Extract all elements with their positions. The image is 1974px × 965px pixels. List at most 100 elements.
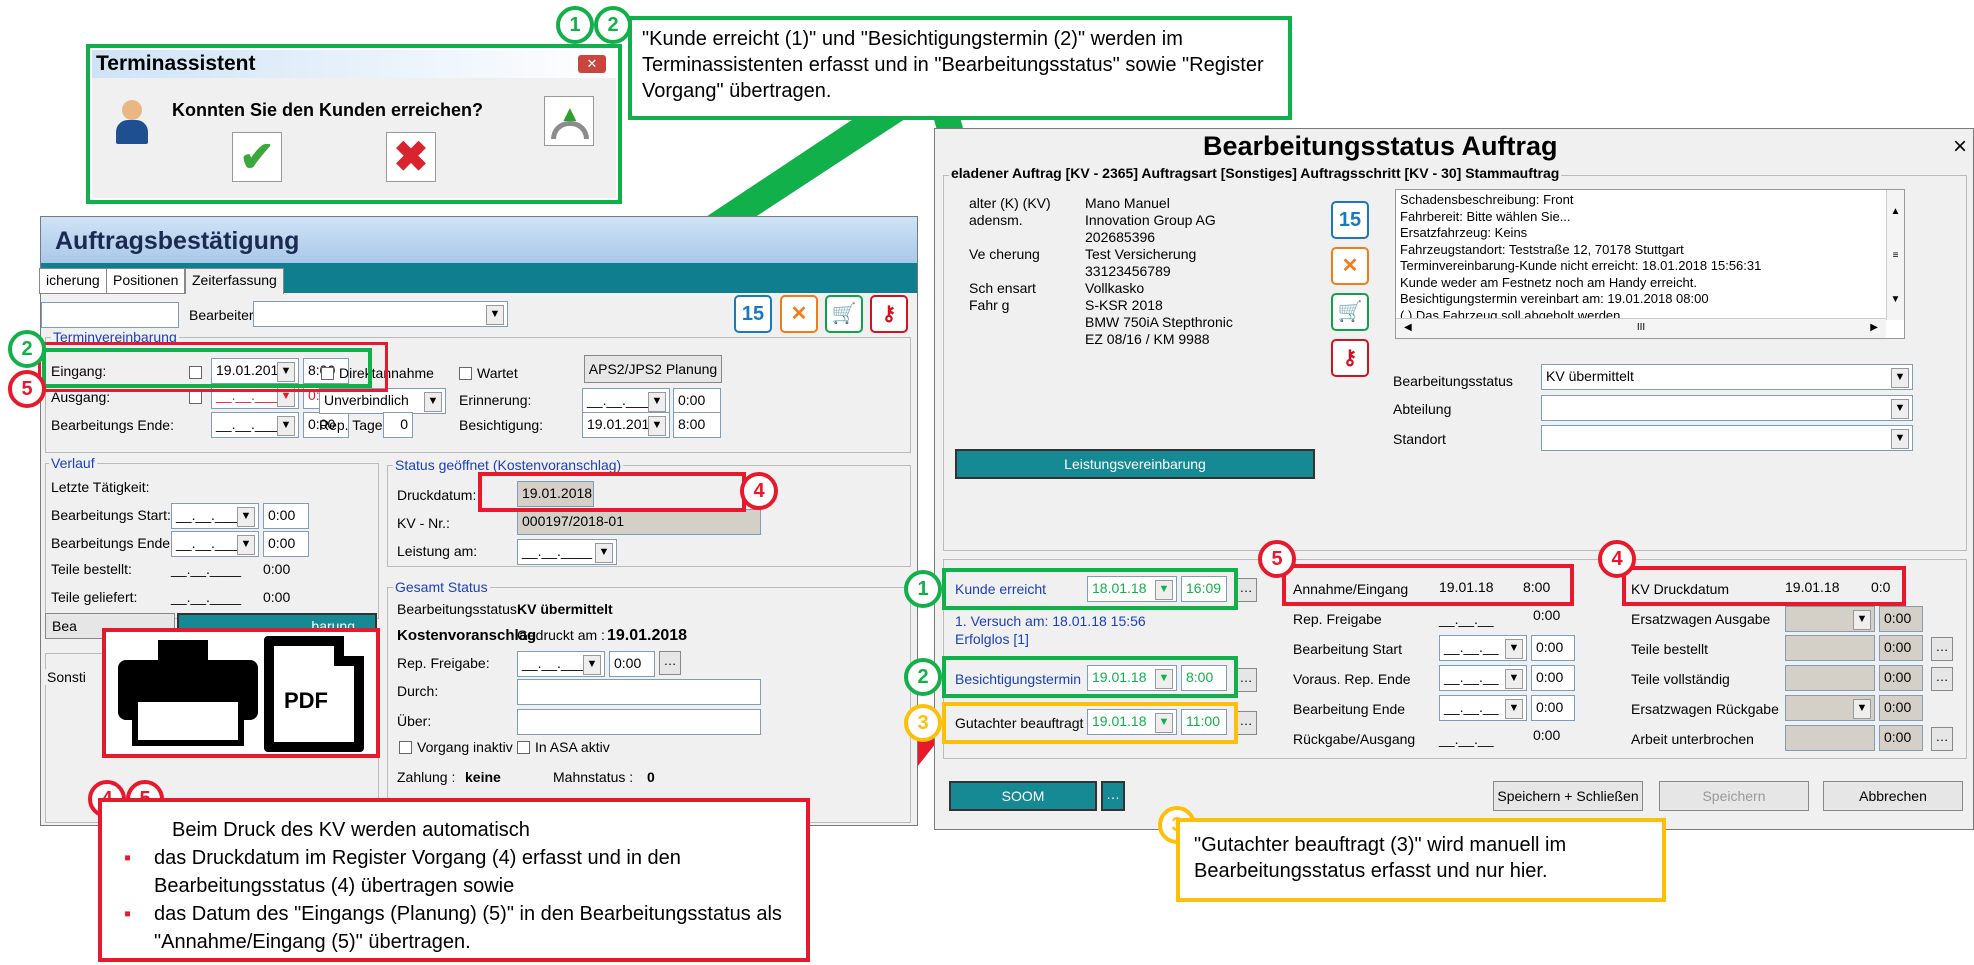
kunde-more-button[interactable]: … [1235, 578, 1257, 602]
callout-right: "Gutachter beauftragt (3)" wird manuell … [1176, 818, 1666, 902]
scroll-left-icon[interactable]: ◀ [1404, 320, 1412, 337]
info-label-fahrzeug: Fahr g [969, 297, 1010, 313]
erinnerung-date[interactable]: __.__.____ [582, 388, 670, 414]
speichern-button[interactable]: Speichern [1659, 781, 1809, 811]
repfrei-time[interactable]: 0:00 [609, 651, 655, 677]
tools-icon[interactable]: ✕ [780, 295, 818, 333]
rep-tage-label: Rep. Tage: [319, 417, 387, 433]
voraus-date[interactable]: __.__.__ [1439, 665, 1527, 691]
bstatus-select[interactable]: KV übermittelt [1541, 364, 1913, 390]
bearbeiter-select[interactable] [253, 301, 508, 327]
abteilung-select[interactable] [1541, 395, 1913, 421]
bstatus-close-icon[interactable]: × [1953, 133, 1967, 161]
teile-voll-more-button[interactable]: … [1931, 667, 1953, 691]
rueck-date: __.__.__ [1439, 731, 1494, 747]
info-value: Mano Manuel [1085, 195, 1170, 211]
auftrag-info-title: eladener Auftrag [KV - 2365] Auftragsart… [949, 165, 1562, 181]
badge-5-annahme: 5 [1258, 540, 1296, 578]
terminassistent-close-icon[interactable]: ✕ [578, 55, 606, 73]
speichern-schliessen-button[interactable]: Speichern + Schließen [1493, 781, 1643, 811]
badge-4-kvdruck: 4 [1598, 540, 1636, 578]
soom-more-button[interactable]: … [1101, 781, 1125, 811]
calendar-icon[interactable]: 15 [1331, 201, 1369, 239]
leistung-date[interactable]: __.__.____ [517, 539, 617, 565]
info-value: Innovation Group AG [1085, 212, 1216, 228]
bende-date[interactable]: __.__.____ [171, 531, 259, 557]
gesamt-group [387, 587, 911, 823]
bstart-time[interactable]: 0:00 [1531, 635, 1575, 661]
terminassistent-window: Terminassistent ✕ Konnten Sie den Kunden… [92, 50, 616, 198]
in-asa-checkbox[interactable] [517, 741, 530, 754]
aps-planung-button[interactable]: APS2/JPS2 Planung [584, 355, 722, 383]
scroll-right-icon[interactable]: ▶ [1870, 320, 1878, 337]
highlight-annahme [1282, 564, 1574, 606]
rep-tage-field[interactable]: 0 [383, 412, 413, 438]
ersatz-rueck-label: Ersatzwagen Rückgabe [1631, 701, 1779, 717]
arbeit-more-button[interactable]: … [1931, 727, 1953, 751]
phone-up-icon[interactable]: ▲ [544, 96, 594, 146]
arbeit-label: Arbeit unterbrochen [1631, 731, 1754, 747]
info-value: Vollkasko [1085, 280, 1145, 296]
cart-icon[interactable]: 🛒 [1331, 293, 1369, 331]
repfrei-label: Rep. Freigabe [1293, 611, 1382, 627]
tab-positionen[interactable]: Positionen [106, 268, 186, 294]
ueber-field[interactable] [517, 709, 761, 735]
besichtigung-more-button[interactable]: … [1235, 668, 1257, 692]
info-label-versicherung: Ve cherung [969, 246, 1040, 262]
durch-field[interactable] [517, 679, 761, 705]
calendar-icon[interactable]: 15 [734, 295, 772, 333]
key-icon[interactable]: ⚷ [870, 295, 908, 333]
bearb-ende-date[interactable]: __.__.____ [211, 412, 299, 438]
voraus-time[interactable]: 0:00 [1531, 665, 1575, 691]
vorgang-inaktiv-checkbox[interactable] [399, 741, 412, 754]
gesamt-bstatus-label: Bearbeitungsstatus: [397, 601, 521, 617]
bstart-date[interactable]: __.__.____ [171, 503, 259, 529]
notes-hscroll[interactable]: ◀ III ▶ [1396, 318, 1886, 338]
erinnerung-time[interactable]: 0:00 [673, 388, 721, 414]
callout-bullet-2: das Datum des "Eingangs (Planung) (5)" i… [154, 903, 782, 953]
repfrei-date[interactable]: __.__.____ [517, 651, 605, 677]
rueck-label: Rückgabe/Ausgang [1293, 731, 1416, 747]
teile-voll-date [1785, 665, 1875, 691]
yes-check-icon[interactable]: ✔ [232, 132, 282, 182]
terminassistent-titlebar: Terminassistent ✕ [92, 50, 616, 78]
top-left-field[interactable] [41, 302, 179, 328]
tabs: icherung Positionen Zeiterfassung [39, 268, 339, 296]
ersatz-aus-label: Ersatzwagen Ausgabe [1631, 611, 1771, 627]
bende-time[interactable]: 0:00 [263, 531, 309, 557]
cart-icon[interactable]: 🛒 [825, 295, 863, 333]
rueck-time: 0:00 [1533, 727, 1561, 743]
kostenvoranschlag-label: Kostenvoranschlag [397, 627, 537, 644]
auftrag-titlebar: Auftragsbestätigung [41, 217, 917, 263]
notes-vscroll[interactable]: ▲ ≡ ▼ [1886, 190, 1904, 320]
bende-time[interactable]: 0:00 [1531, 695, 1575, 721]
besichtigung-date[interactable]: 19.01.2018 [582, 412, 670, 438]
standort-label: Standort [1393, 431, 1446, 447]
teile-voll-label: Teile vollständig [1631, 671, 1730, 687]
badge-3-gutachter: 3 [904, 704, 942, 742]
abbrechen-button[interactable]: Abbrechen [1823, 781, 1963, 811]
bstart-time[interactable]: 0:00 [263, 503, 309, 529]
tab-versicherung[interactable]: icherung [39, 268, 107, 294]
info-value: EZ 08/16 / KM 9988 [1085, 331, 1210, 347]
ersatz-rueck-time: 0:00 [1879, 695, 1923, 721]
callout-right-text: "Gutachter beauftragt (3)" wird manuell … [1194, 834, 1567, 882]
standort-select[interactable] [1541, 425, 1913, 451]
repfrei-more-button[interactable]: … [659, 651, 681, 675]
verlauf-title: Verlauf [49, 455, 97, 471]
tools-icon[interactable]: ✕ [1331, 247, 1369, 285]
notes-box: Schadensbeschreibung: Front Fahrbereit: … [1395, 189, 1905, 339]
soom-button[interactable]: SOOM [949, 781, 1097, 811]
ausgang-checkbox[interactable] [189, 391, 202, 404]
gutachter-more-button[interactable]: … [1235, 711, 1257, 735]
scroll-thumb[interactable]: III [1637, 320, 1645, 337]
wartet-checkbox[interactable] [459, 367, 472, 380]
no-cross-icon[interactable]: ✖ [386, 132, 436, 182]
besichtigung-time[interactable]: 8:00 [673, 412, 721, 438]
teile-bestellt-more-button[interactable]: … [1931, 637, 1953, 661]
bende-date[interactable]: __.__.__ [1439, 695, 1527, 721]
tab-zeiterfassung[interactable]: Zeiterfassung [185, 268, 284, 294]
bstart-date[interactable]: __.__.__ [1439, 635, 1527, 661]
key-icon[interactable]: ⚷ [1331, 339, 1369, 377]
leistungsvereinbarung-button[interactable]: Leistungsvereinbarung [955, 449, 1315, 479]
